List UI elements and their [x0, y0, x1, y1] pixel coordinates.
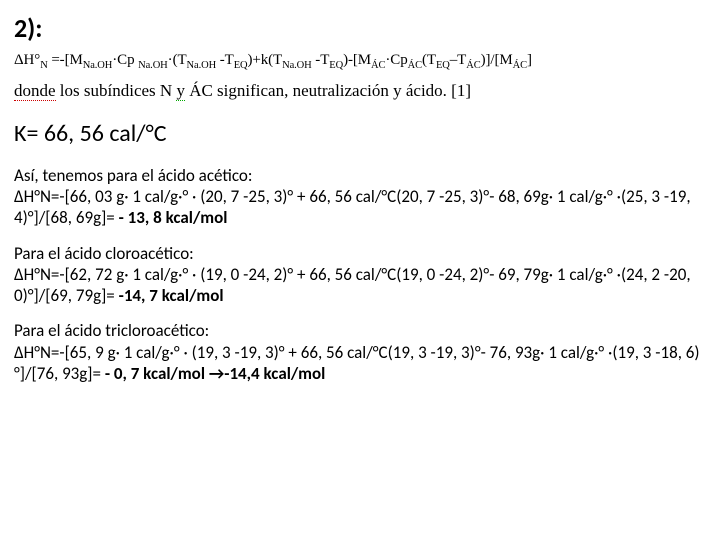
acid-calc: ΔH°N=-[66, 03 g· 1 cal/g·° · (20, 7 -25,…: [14, 186, 691, 228]
where-mid: los subíndices N: [56, 81, 177, 100]
acid-lead: Para el ácido cloroacético:: [14, 243, 194, 264]
acid-result: - 0, 7 kcal/mol: [105, 363, 209, 384]
acid-result: - 13, 8 kcal/mol: [119, 207, 228, 228]
arrow-icon: →: [209, 363, 224, 384]
acid-block-acetic: Así, tenemos para el ácido acético: ΔH°N…: [14, 165, 706, 229]
where-y: y: [176, 81, 185, 101]
acid-block-trichloroacetic: Para el ácido tricloroacético: ΔH°N=-[65…: [14, 320, 706, 384]
where-donde: donde: [14, 81, 56, 101]
acid-lead: Así, tenemos para el ácido acético:: [14, 165, 252, 186]
k-constant: K= 66, 56 cal/°C: [14, 119, 706, 149]
acid-result-corrected: -14,4 kcal/mol: [224, 363, 325, 384]
main-formula: ΔH°N =-[MNa.OH·Cp Na.OH·(TNa.OH -TEQ)+k(…: [14, 51, 706, 72]
acid-calc: ΔH°N=-[62, 72 g· 1 cal/g·° · (19, 0 -24,…: [14, 264, 691, 306]
acid-result: -14, 7 kcal/mol: [119, 285, 224, 306]
where-rest: ÁC significan, neutralización y ácido. […: [185, 81, 471, 100]
where-line: donde los subíndices N y ÁC significan, …: [14, 80, 706, 101]
acid-lead: Para el ácido tricloroacético:: [14, 320, 209, 341]
acid-block-chloroacetic: Para el ácido cloroacético: ΔH°N=-[62, 7…: [14, 243, 706, 307]
section-heading: 2):: [14, 12, 706, 45]
